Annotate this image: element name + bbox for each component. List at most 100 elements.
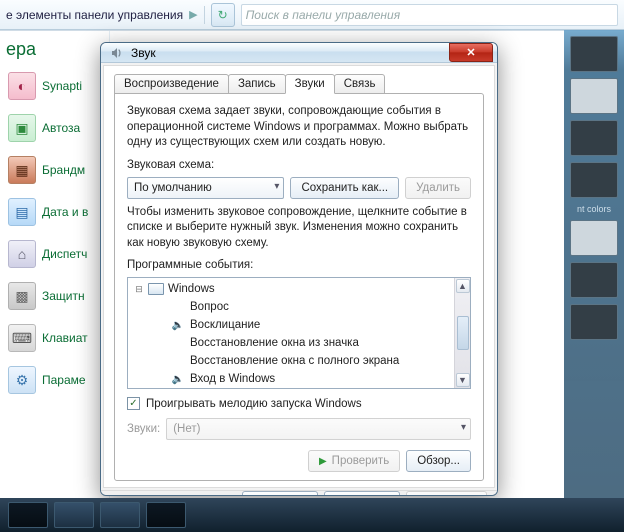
search-input[interactable]: Поиск в панели управления (241, 4, 618, 26)
sidebar-item-label: Клавиат (42, 331, 88, 345)
scroll-thumb[interactable] (457, 316, 469, 350)
scroll-up-icon[interactable]: ▲ (456, 279, 470, 293)
browse-button[interactable]: Обзор... (406, 450, 471, 472)
event-group-label: Windows (168, 283, 215, 295)
sidebar-item-keyboard[interactable]: ⌨ Клавиат (6, 318, 103, 358)
event-label: Восклицание (190, 319, 260, 331)
background-panel: nt colors (564, 30, 624, 532)
thumb (570, 120, 618, 156)
event-item[interactable]: Восстановление окна из значка (132, 334, 470, 352)
event-label: Восстановление окна с полного экрана (190, 355, 399, 367)
breadcrumb[interactable]: е элементы панели управления (6, 8, 183, 22)
scheme-combo[interactable]: По умолчанию (127, 177, 284, 199)
sidebar-item-label: Synapti (42, 79, 82, 93)
thumb (570, 36, 618, 72)
sidebar-item-datetime[interactable]: ▤ Дата и в (6, 192, 103, 232)
taskbar-item[interactable] (54, 502, 94, 528)
taskbar-item[interactable] (100, 502, 140, 528)
dialog-body: Воспроизведение Запись Звуки Связь Звуко… (103, 65, 495, 488)
sound-dialog: Звук ✕ Воспроизведение Запись Звуки Связ… (100, 42, 498, 496)
save-as-button[interactable]: Сохранить как... (290, 177, 399, 199)
synaptics-icon: ◐ (8, 72, 36, 100)
sidebar-item-label: Параме (42, 373, 86, 387)
event-group[interactable]: ⊟ Windows (132, 280, 470, 298)
sidebar-item-label: Брандм (42, 163, 85, 177)
tab-panel-sounds: Звуковая схема задает звуки, сопровождаю… (114, 93, 484, 481)
no-sound-icon (170, 336, 186, 350)
event-label: Восстановление окна из значка (190, 337, 359, 349)
control-panel-header: е элементы панели управления ▶ ↻ Поиск в… (0, 0, 624, 30)
sounds-combo: (Нет) (166, 418, 471, 440)
tab-link[interactable]: Связь (334, 74, 386, 94)
events-label: Программные события: (127, 259, 471, 271)
sidebar-item-label: Автоза (42, 121, 80, 135)
refresh-button[interactable]: ↻ (211, 3, 235, 27)
test-button: Проверить (308, 450, 400, 472)
scroll-down-icon[interactable]: ▼ (456, 373, 470, 387)
no-sound-icon (170, 300, 186, 314)
delete-button: Удалить (405, 177, 471, 199)
cancel-button[interactable]: Отмена (324, 491, 400, 496)
thumb (570, 78, 618, 114)
bricks-icon: ▩ (8, 282, 36, 310)
dialog-title: Звук (131, 46, 443, 60)
thumb (570, 262, 618, 298)
no-sound-icon (170, 354, 186, 368)
ok-button[interactable]: OK (242, 491, 318, 496)
firewall-icon: ▦ (8, 156, 36, 184)
speaker-icon (109, 45, 125, 61)
events-description: Чтобы изменить звуковое сопровождение, щ… (127, 205, 471, 252)
sounds-label: Звуки: (127, 423, 160, 435)
sidebar-item-label: Защитн (42, 289, 85, 303)
sidebar-item-autorun[interactable]: ▣ Автоза (6, 108, 103, 148)
thumb (570, 220, 618, 256)
sidebar-item-synaptics[interactable]: ◐ Synapti (6, 66, 103, 106)
sidebar-item-params[interactable]: ⚙ Параме (6, 360, 103, 400)
event-label: Вход в Windows (190, 373, 275, 385)
event-item[interactable]: 🔈Вход в Windows (132, 370, 470, 388)
scrollbar[interactable]: ▲ ▼ (454, 278, 470, 388)
play-startup-checkbox[interactable]: ✓ (127, 397, 140, 410)
event-item[interactable]: Вопрос (132, 298, 470, 316)
sidebar-item-firewall[interactable]: ▦ Брандм (6, 150, 103, 190)
play-startup-label: Проигрывать мелодию запуска Windows (146, 398, 362, 410)
sound-icon: 🔈 (170, 318, 186, 332)
sidebar-item-devmgr[interactable]: ⌂Диспетч (6, 234, 103, 274)
event-label: Вопрос (190, 301, 229, 313)
tab-sounds[interactable]: Звуки (285, 74, 335, 94)
apply-button: Применить (406, 491, 487, 496)
clutter-label: nt colors (564, 204, 624, 214)
taskbar[interactable] (0, 498, 624, 532)
thumb (570, 162, 618, 198)
keyboard-icon: ⌨ (8, 324, 36, 352)
event-item[interactable]: Восстановление окна с полного экрана (132, 352, 470, 370)
breadcrumb-chevron-icon: ▶ (189, 8, 197, 21)
separator (204, 6, 205, 24)
thumb (570, 304, 618, 340)
calendar-icon: ▤ (8, 198, 36, 226)
windows-icon (148, 283, 164, 295)
tab-playback[interactable]: Воспроизведение (114, 74, 229, 94)
tab-record[interactable]: Запись (228, 74, 286, 94)
collapse-icon[interactable]: ⊟ (134, 284, 144, 295)
search-placeholder: Поиск в панели управления (246, 8, 401, 22)
scheme-label: Звуковая схема: (127, 159, 471, 171)
scheme-value: По умолчанию (134, 182, 212, 194)
titlebar[interactable]: Звук ✕ (101, 43, 497, 63)
control-panel-sidebar: ера ◐ Synapti ▣ Автоза ▦ Брандм ▤ Дата и в ⌂… (0, 31, 110, 532)
sounds-value: (Нет) (173, 423, 200, 435)
taskbar-item[interactable] (8, 502, 48, 528)
scheme-description: Звуковая схема задает звуки, сопровождаю… (127, 104, 471, 151)
close-button[interactable]: ✕ (449, 43, 493, 62)
settings-icon: ⚙ (8, 366, 36, 394)
events-listbox[interactable]: ⊟ Windows Вопрос 🔈 Восклицание Восстановл… (127, 277, 471, 389)
sidebar-item-label: Диспетч (42, 247, 87, 261)
sidebar-item-defender[interactable]: ▩ Защитн (6, 276, 103, 316)
sidebar-item-label: Дата и в (42, 205, 88, 219)
sidebar-title: ера (6, 39, 103, 60)
tab-strip: Воспроизведение Запись Звуки Связь (114, 74, 484, 94)
taskbar-item[interactable] (146, 502, 186, 528)
autorun-icon: ▣ (8, 114, 36, 142)
event-item[interactable]: 🔈 Восклицание (132, 316, 470, 334)
dialog-footer: OK Отмена Применить (101, 490, 497, 496)
